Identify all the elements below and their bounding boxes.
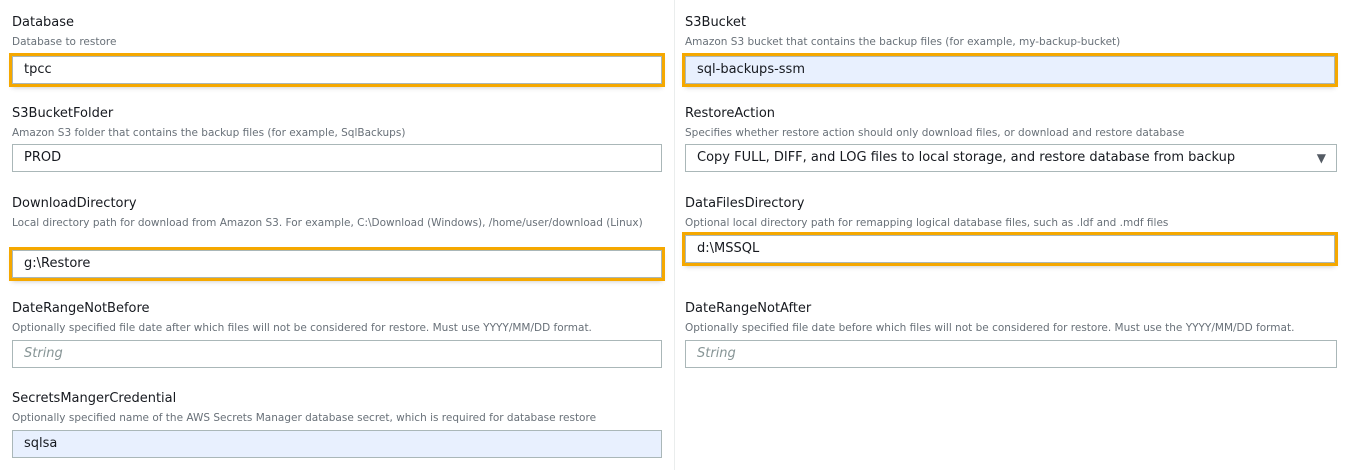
field-label: DateRangeNotAfter	[685, 301, 812, 316]
restoreaction-select[interactable]: Copy FULL, DIFF, and LOG files to local …	[685, 144, 1337, 172]
field-label: S3Bucket	[685, 15, 746, 30]
column-divider	[674, 0, 675, 470]
field-label: RestoreAction	[685, 106, 776, 121]
field-label: SecretsMangerCredential	[12, 391, 177, 406]
field-description: Amazon S3 bucket that contains the backu…	[685, 36, 1121, 48]
field-description: Database to restore	[12, 36, 117, 48]
field-description: Specifies whether restore action should …	[685, 127, 1185, 139]
field-label: DateRangeNotBefore	[12, 301, 150, 316]
s3bucketfolder-input[interactable]: PROD	[12, 144, 662, 172]
field-description: Optionally specified file date after whi…	[12, 322, 592, 334]
field-description: Local directory path for download from A…	[12, 217, 643, 229]
caret-down-icon: ▼	[1316, 151, 1326, 165]
field-label: Database	[12, 15, 75, 30]
field-description: Amazon S3 folder that contains the backu…	[12, 127, 406, 139]
s3bucket-input[interactable]: sql-backups-ssm	[682, 53, 1338, 87]
field-description: Optionally specified name of the AWS Sec…	[12, 412, 597, 424]
field-label: S3BucketFolder	[12, 106, 114, 121]
field-description: Optional local directory path for remapp…	[685, 217, 1169, 229]
downloaddirectory-input[interactable]: g:\Restore	[9, 247, 665, 281]
field-label: DownloadDirectory	[12, 196, 137, 211]
datafilesdirectory-input[interactable]: d:\MSSQL	[682, 232, 1338, 266]
daterangenotafter-input[interactable]: String	[685, 340, 1337, 368]
restoreaction-selected-value: Copy FULL, DIFF, and LOG files to local …	[697, 150, 1236, 165]
database-input[interactable]: tpcc	[9, 53, 665, 87]
daterangenotbefore-input[interactable]: String	[12, 340, 662, 368]
field-description: Optionally specified file date before wh…	[685, 322, 1295, 334]
secretsmangercredential-input[interactable]: sqlsa	[12, 430, 662, 458]
field-label: DataFilesDirectory	[685, 196, 805, 211]
